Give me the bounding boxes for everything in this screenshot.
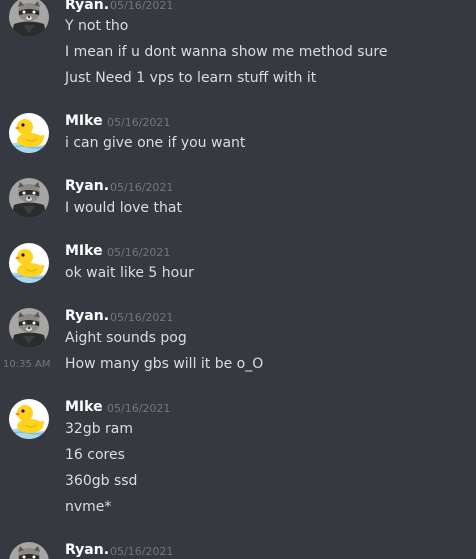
duck-avatar-icon[interactable] bbox=[9, 113, 49, 153]
message-author[interactable]: MIke bbox=[65, 112, 103, 130]
message-text: i can give one if you want bbox=[65, 135, 246, 151]
message-timestamp[interactable]: 05/16/2021 bbox=[110, 545, 173, 559]
raccoon-avatar-icon[interactable] bbox=[9, 542, 49, 559]
message-text: I would love that bbox=[65, 200, 182, 216]
message-text: How many gbs will it be o_O bbox=[65, 356, 264, 372]
message-text: Just Need 1 vps to learn stuff with it bbox=[65, 70, 317, 86]
message-text: I mean if u dont wanna show me method su… bbox=[65, 44, 388, 60]
message-text: Y not tho bbox=[65, 18, 129, 34]
message-author[interactable]: Ryan. bbox=[65, 177, 109, 195]
message-timestamp[interactable]: 05/16/2021 bbox=[110, 311, 173, 325]
message-author[interactable]: Ryan. bbox=[65, 307, 109, 325]
message-timestamp[interactable]: 05/16/2021 bbox=[107, 116, 170, 130]
message-author[interactable]: Ryan. bbox=[65, 0, 109, 14]
raccoon-avatar-icon[interactable] bbox=[9, 308, 49, 348]
message-timestamp[interactable]: 05/16/2021 bbox=[107, 246, 170, 260]
message-text: 16 cores bbox=[65, 447, 125, 463]
message-hover-timestamp[interactable]: 10:35 AM bbox=[3, 358, 50, 372]
message-timestamp[interactable]: 05/16/2021 bbox=[107, 402, 170, 416]
duck-avatar-icon[interactable] bbox=[9, 399, 49, 439]
chat-message-list: Ryan. 05/16/2021 Y not tho I mean if u d… bbox=[0, 0, 476, 559]
message-author[interactable]: Ryan. bbox=[65, 541, 109, 559]
duck-avatar-icon[interactable] bbox=[9, 243, 49, 283]
message-author[interactable]: MIke bbox=[65, 242, 103, 260]
message-timestamp[interactable]: 05/16/2021 bbox=[110, 181, 173, 195]
message-author[interactable]: MIke bbox=[65, 398, 103, 416]
message-text: 360gb ssd bbox=[65, 473, 138, 489]
message-text: ok wait like 5 hour bbox=[65, 265, 194, 281]
raccoon-avatar-icon[interactable] bbox=[9, 0, 49, 37]
message-text: Aight sounds pog bbox=[65, 330, 187, 346]
raccoon-avatar-icon[interactable] bbox=[9, 178, 49, 218]
message-text: 32gb ram bbox=[65, 421, 134, 437]
message-text: nvme* bbox=[65, 499, 112, 515]
message-timestamp[interactable]: 05/16/2021 bbox=[110, 0, 173, 13]
